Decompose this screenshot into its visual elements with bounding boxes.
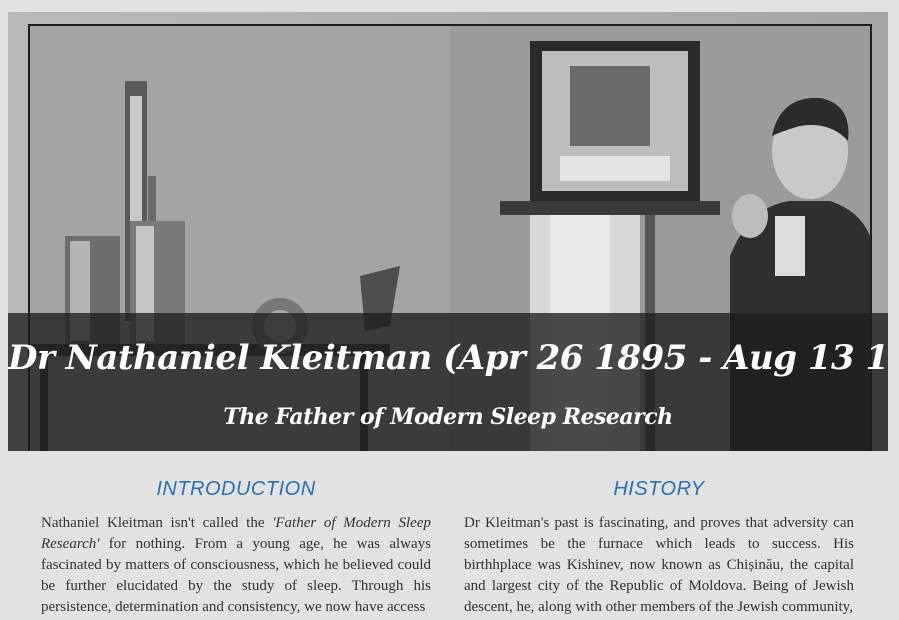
page-subtitle: The Father of Modern Sleep Research (223, 404, 673, 430)
intro-text-after: for nothing. From a young age, he was al… (41, 536, 431, 615)
history-heading: HISTORY (613, 478, 705, 500)
page: Dr Nathaniel Kleitman (Apr 26 1895 - Aug… (8, 12, 888, 620)
title-overlay (8, 313, 888, 451)
page-title: Dr Nathaniel Kleitman (Apr 26 1895 - Aug… (8, 338, 888, 378)
history-section: HISTORY Dr Kleitman's past is fascinatin… (464, 478, 854, 618)
hero-banner: Dr Nathaniel Kleitman (Apr 26 1895 - Aug… (8, 12, 888, 451)
introduction-heading: INTRODUCTION (156, 478, 316, 500)
introduction-section: INTRODUCTION Nathaniel Kleitman isn't ca… (41, 478, 431, 618)
history-text: Dr Kleitman's past is fascinating, and p… (464, 515, 854, 615)
introduction-text: Nathaniel Kleitman isn't called the 'Fat… (41, 513, 431, 618)
intro-text-before: Nathaniel Kleitman isn't called the (41, 515, 273, 531)
